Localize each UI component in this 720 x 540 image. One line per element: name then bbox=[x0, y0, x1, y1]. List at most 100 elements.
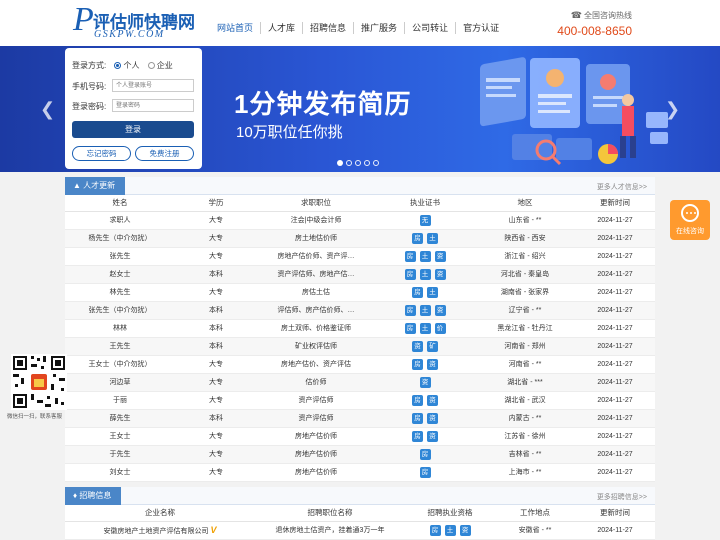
table-row[interactable]: 王女士 大专 房地产估价师房资江苏省 - 徐州 2024-11-27 bbox=[65, 427, 655, 446]
table-row[interactable]: 安徽房地产土地资产评估有限公司 V 退休房地土估资产，挂着通3万一年房土资安徽省 -… bbox=[65, 521, 655, 540]
nav-certification[interactable]: 官方认证 bbox=[455, 22, 506, 34]
nav-jobs[interactable]: 招聘信息 bbox=[302, 22, 353, 34]
password-label: 登录密码: bbox=[72, 102, 107, 111]
table-row[interactable]: 林林 本科 房土双师、价格鉴证师房土价黑龙江省 - 牡丹江 2024-11-27 bbox=[65, 319, 655, 338]
talent-name[interactable]: 林林 bbox=[65, 319, 175, 338]
talent-tab[interactable]: ▲ 人才更新 bbox=[65, 177, 126, 195]
radio-person[interactable] bbox=[114, 62, 122, 69]
cert-badge: 房 bbox=[419, 448, 431, 460]
online-consult-button[interactable]: 在线咨询 bbox=[670, 200, 710, 240]
talent-job: 资产评估师 bbox=[257, 391, 375, 410]
carousel-dot[interactable] bbox=[364, 160, 370, 166]
talent-region: 江苏省 - 徐州 bbox=[475, 427, 575, 446]
talent-updated: 2024-11-27 bbox=[575, 229, 655, 248]
table-row[interactable]: 于先生 大专 房地产估价师 房 吉林省 - ** 2024-11-27 bbox=[65, 445, 655, 464]
talent-job: 注会|中级会计师 bbox=[257, 211, 375, 230]
talent-name[interactable]: 林先生 bbox=[65, 283, 175, 302]
talent-updated: 2024-11-27 bbox=[575, 301, 655, 320]
cert-badge: 资 bbox=[427, 412, 438, 424]
password-input[interactable] bbox=[112, 99, 194, 112]
logo-letter: P bbox=[73, 1, 94, 38]
phone-input[interactable] bbox=[112, 79, 194, 92]
jobs-more-link[interactable]: 更多招聘信息>> bbox=[597, 492, 647, 502]
cert-badge: 价 bbox=[434, 322, 446, 334]
talent-job: 资产评估师、房地产估… bbox=[257, 265, 375, 284]
carousel-dot[interactable] bbox=[373, 160, 379, 166]
nav-company-transfer[interactable]: 公司转让 bbox=[404, 22, 455, 34]
cert-badge: 房 bbox=[404, 304, 416, 316]
table-row[interactable]: 刘女士 大专 房地产估价师 房 上海市 - ** 2024-11-27 bbox=[65, 463, 655, 482]
talent-education: 大专 bbox=[175, 355, 257, 374]
talent-region: 湖北省 - 武汉 bbox=[475, 391, 575, 410]
radio-company-label[interactable]: 企业 bbox=[157, 61, 173, 70]
cert-badge: 房 bbox=[412, 232, 423, 244]
talent-name[interactable]: 杨先生（中介勿扰） bbox=[65, 229, 175, 248]
carousel-dot[interactable] bbox=[346, 160, 352, 166]
talent-certs: 房资 bbox=[375, 355, 475, 374]
cert-badge: 土 bbox=[419, 268, 431, 280]
table-row[interactable]: 薛先生 本科 资产评估师房资内蒙古 - ** 2024-11-27 bbox=[65, 409, 655, 428]
talent-certs: 房土价 bbox=[375, 319, 475, 338]
carousel-dot[interactable] bbox=[337, 160, 343, 166]
talent-name[interactable]: 河边草 bbox=[65, 373, 175, 392]
radio-person-label[interactable]: 个人 bbox=[123, 61, 139, 70]
table-row[interactable]: 林先生 大专 房估土估房土湖南省 - 张家界 2024-11-27 bbox=[65, 283, 655, 302]
table-row[interactable]: 河边草 大专 估价师 资 湖北省 - *** 2024-11-27 bbox=[65, 373, 655, 392]
talent-name[interactable]: 王先生 bbox=[65, 337, 175, 356]
talent-name[interactable]: 求职人 bbox=[65, 211, 175, 230]
col-updated: 更新时间 bbox=[575, 195, 655, 212]
chevron-left-icon[interactable]: ❮ bbox=[40, 100, 55, 118]
talent-region: 浙江省 - 绍兴 bbox=[475, 247, 575, 266]
talent-region: 河南省 - 郑州 bbox=[475, 337, 575, 356]
talent-certs: 房土资 bbox=[375, 247, 475, 266]
job-company[interactable]: 安徽房地产土地资产评估有限公司 V bbox=[65, 521, 255, 540]
talent-education: 大专 bbox=[175, 211, 257, 230]
table-row[interactable]: 张先生 大专 房地产估价师、资产评… 房土资浙江省 - 绍兴 2024-11-27 bbox=[65, 247, 655, 266]
carousel-dot[interactable] bbox=[355, 160, 361, 166]
talent-table-header: 姓名 学历 求职职位 执业证书 地区 更新时间 bbox=[65, 195, 655, 212]
talent-name[interactable]: 张先生（中介勿扰） bbox=[65, 301, 175, 320]
site-logo[interactable]: P 评估师快聘网 GSKPW.COM bbox=[73, 1, 198, 41]
col-job-title: 招聘职位名称 bbox=[255, 505, 405, 522]
talent-name[interactable]: 王女士（中介勿扰） bbox=[65, 355, 175, 374]
talent-name[interactable]: 薛先生 bbox=[65, 409, 175, 428]
job-title[interactable]: 退休房地土估资产，挂着通3万一年 bbox=[255, 521, 405, 540]
table-row[interactable]: 王女士（中介勿扰） 大专 房地产估价、资产评估房资河南省 - ** 2024-11-2… bbox=[65, 355, 655, 374]
cert-badge: 土 bbox=[427, 232, 438, 244]
nav-promotion[interactable]: 推广服务 bbox=[353, 22, 404, 34]
register-button[interactable]: 免费注册 bbox=[135, 146, 194, 161]
talent-certs: 房 bbox=[375, 445, 475, 464]
talent-updated: 2024-11-27 bbox=[575, 319, 655, 338]
hotline-label: ☎ 全国咨询热线 bbox=[570, 10, 632, 20]
talent-name[interactable]: 赵女士 bbox=[65, 265, 175, 284]
job-place: 安徽省 - ** bbox=[495, 521, 575, 540]
talent-name[interactable]: 刘女士 bbox=[65, 463, 175, 482]
person-icon: ▲ bbox=[73, 181, 81, 190]
jobs-tab[interactable]: ♦ 招聘信息 bbox=[65, 487, 122, 505]
cert-badge: 资 bbox=[427, 430, 438, 442]
talent-name[interactable]: 于先生 bbox=[65, 445, 175, 464]
table-row[interactable]: 王先生 本科 矿业权评估师资矿河南省 - 郑州 2024-11-27 bbox=[65, 337, 655, 356]
login-button[interactable]: 登录 bbox=[72, 121, 194, 138]
talent-more-link[interactable]: 更多人才信息>> bbox=[597, 182, 647, 192]
talent-name[interactable]: 于丽 bbox=[65, 391, 175, 410]
talent-name[interactable]: 张先生 bbox=[65, 247, 175, 266]
forgot-password-button[interactable]: 忘记密码 bbox=[72, 146, 131, 161]
table-row[interactable]: 杨先生（中介勿扰） 大专 房土地估价师房土陕西省 - 西安 2024-11-27 bbox=[65, 229, 655, 248]
table-row[interactable]: 于丽 大专 资产评估师房资湖北省 - 武汉 2024-11-27 bbox=[65, 391, 655, 410]
talent-region: 黑龙江省 - 牡丹江 bbox=[475, 319, 575, 338]
table-row[interactable]: 张先生（中介勿扰） 本科 评估师、房产估价师、… 房土资辽宁省 - ** 2024-11… bbox=[65, 301, 655, 320]
table-row[interactable]: 求职人 大专 注会|中级会计师 无 山东省 - ** 2024-11-27 bbox=[65, 211, 655, 230]
talent-name[interactable]: 王女士 bbox=[65, 427, 175, 446]
hotline-number: 400-008-8650 bbox=[557, 24, 632, 38]
table-row[interactable]: 赵女士 本科 资产评估师、房地产估… 房土资河北省 - 秦皇岛 2024-11-27 bbox=[65, 265, 655, 284]
talent-region: 内蒙古 - ** bbox=[475, 409, 575, 428]
radio-company[interactable] bbox=[147, 62, 155, 69]
talent-certs: 房资 bbox=[375, 391, 475, 410]
nav-talent[interactable]: 人才库 bbox=[260, 22, 302, 34]
nav-home[interactable]: 网站首页 bbox=[210, 22, 260, 34]
talent-updated: 2024-11-27 bbox=[575, 283, 655, 302]
talent-region: 河北省 - 秦皇岛 bbox=[475, 265, 575, 284]
talent-job: 估价师 bbox=[257, 373, 375, 392]
jobs-table-body: 安徽房地产土地资产评估有限公司 V 退休房地土估资产，挂着通3万一年房土资安徽省 -… bbox=[65, 521, 655, 540]
